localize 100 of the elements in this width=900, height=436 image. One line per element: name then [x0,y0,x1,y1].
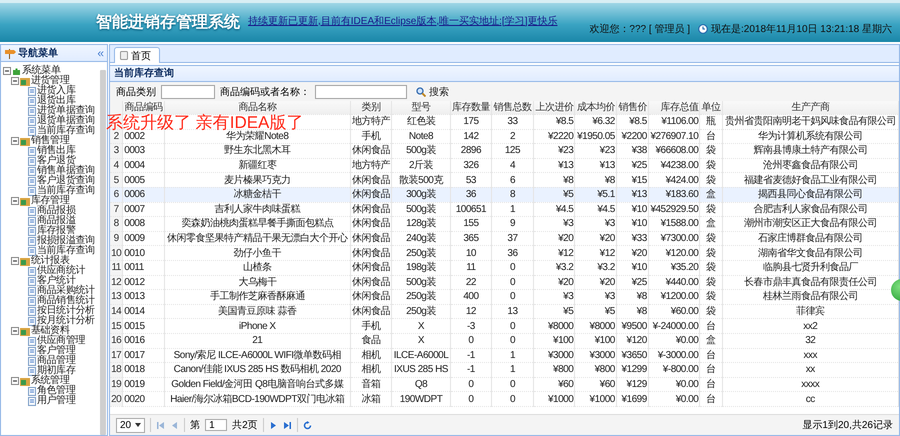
column-header[interactable]: 上次进价 [533,101,575,114]
table-cell: 240g装 [392,231,450,246]
column-header[interactable]: 类别 [350,101,392,114]
tree-item[interactable]: 销售管理 [31,136,70,146]
search-button[interactable]: 搜索 [412,84,453,98]
table-cell: 32 [722,333,898,348]
table-cell: ¥4.5 [533,202,575,217]
signpost-icon [4,48,16,58]
collapse-icon[interactable] [11,137,19,145]
table-cell: xx [722,362,898,378]
table-cell: 1 [492,202,534,217]
collapse-icon[interactable] [11,77,19,85]
folder-icon [20,256,30,266]
table-cell: ¥66608.00 [648,144,700,158]
notice-link[interactable]: 持续更新已更新,目前有IDEA和Eclipse版本,唯一买实地址:[学习]更快乐 [248,14,558,28]
tree-item[interactable]: 供应商管理 [37,336,86,346]
table-cell: 100651 [450,202,492,217]
tree-item[interactable]: 库存报警 [37,226,76,236]
table-cell: 0 [492,318,534,334]
column-header[interactable]: 销售总数 [492,101,534,114]
column-header[interactable]: 单位 [700,101,722,114]
column-header[interactable]: 销售价 [616,101,648,114]
table-cell: 袋 [700,290,722,304]
collapse-icon[interactable] [3,67,11,75]
tree-item[interactable]: 库存管理 [31,196,70,206]
table-cell: 休闲食品 [350,231,392,246]
table-cell: 10 [450,246,492,260]
table-cell: 250g装 [392,246,450,260]
tree-item[interactable]: 商品管理 [37,356,76,366]
tree-item[interactable]: 退货单据查询 [37,116,95,126]
table-cell: 300g装 [392,187,450,202]
column-header[interactable]: 库存数量 [450,101,492,114]
refresh-icon[interactable] [302,420,312,430]
collapse-icon[interactable] [11,377,19,385]
collapse-icon[interactable] [11,197,19,205]
collapse-button[interactable]: « [97,46,104,60]
tree-item[interactable]: 期初库存 [37,366,76,376]
tree-item[interactable]: 客户退货查询 [37,176,95,186]
collapse-icon[interactable] [11,327,19,335]
column-header[interactable]: 生产产商 [722,101,898,114]
scrollbar[interactable] [100,70,106,435]
column-header[interactable]: 库存总值 [648,101,700,114]
tree-item[interactable]: 商品报溢 [37,216,76,226]
tree-item[interactable]: 用户管理 [37,396,76,406]
page-label: 第 [190,419,200,432]
tree-item[interactable]: 商品销售统计 [37,296,95,306]
table-cell: ¥0.00 [648,333,700,348]
last-page-icon[interactable] [282,420,292,430]
tree-item[interactable]: 客户统计 [37,276,76,286]
tree-item[interactable]: 当前库存查询 [37,186,95,196]
tree-item[interactable]: 按月统计分析 [37,316,95,326]
tree-item[interactable]: 客户管理 [37,346,76,356]
page-icon [120,51,128,60]
next-page-icon[interactable] [268,420,278,430]
table-cell: 揭西县同心食品有限公司 [722,187,898,202]
tree-item[interactable]: 客户退货 [37,156,76,166]
tree-item[interactable]: 进货单据查询 [37,106,95,116]
table-cell: 0 [450,392,492,406]
table-cell: 0 [492,377,534,392]
table-cell: 0 [492,392,534,406]
tree-item[interactable]: 销售出库 [37,146,76,156]
tree-item[interactable]: 商品采购统计 [37,286,95,296]
tree-item[interactable]: 进货入库 [37,86,76,96]
tree-item[interactable]: 统计报表 [31,256,70,266]
tree-item[interactable]: 系统管理 [31,376,70,386]
table-cell: 2896 [450,144,492,158]
filter-label: 商品类别 [116,86,156,98]
tree-item[interactable]: 报损报溢查询 [37,236,95,246]
table-cell: ¥3 [533,216,575,232]
table-cell: ¥60.00 [648,304,700,319]
column-header[interactable]: 成本均价 [574,101,616,114]
table-cell: 台 [700,318,722,334]
tree-item[interactable]: 供应商统计 [37,266,86,276]
input-field[interactable] [315,84,407,98]
column-header[interactable]: 型号 [392,101,450,114]
tree-item[interactable]: 销售单据查询 [37,166,95,176]
collapse-icon[interactable] [11,257,19,265]
tree-item[interactable]: 按日统计分析 [37,306,95,316]
table-cell: -1 [450,362,492,378]
tree-item[interactable]: 系统菜单 [22,66,60,76]
tab[interactable]: 首页 [114,47,160,63]
table-cell: X [392,333,450,348]
table-cell: 4 [492,158,534,173]
page-input[interactable]: 1 [205,419,228,431]
tree-item[interactable]: 角色管理 [37,386,76,396]
column-header[interactable]: 商品编码 [122,101,164,114]
table-cell: -1 [450,348,492,363]
tree-item[interactable]: 商品报损 [37,206,76,216]
column-header[interactable]: 商品名称 [164,101,350,114]
table-cell: ¥3 [574,216,616,232]
table-cell: ¥10 [616,260,648,276]
tree-item[interactable]: 退货出库 [37,96,76,106]
table-cell: 2 [492,129,534,144]
input-field[interactable] [161,84,215,98]
table-cell: 袋 [700,246,722,260]
tree-item[interactable]: 进货管理 [31,76,70,86]
tree-item[interactable]: 当前库存查询 [37,126,95,136]
tree-item[interactable]: 基础资料 [31,326,70,336]
page-size-select[interactable]: 20 [116,418,146,432]
tree-item[interactable]: 当前库存查询 [37,246,95,256]
